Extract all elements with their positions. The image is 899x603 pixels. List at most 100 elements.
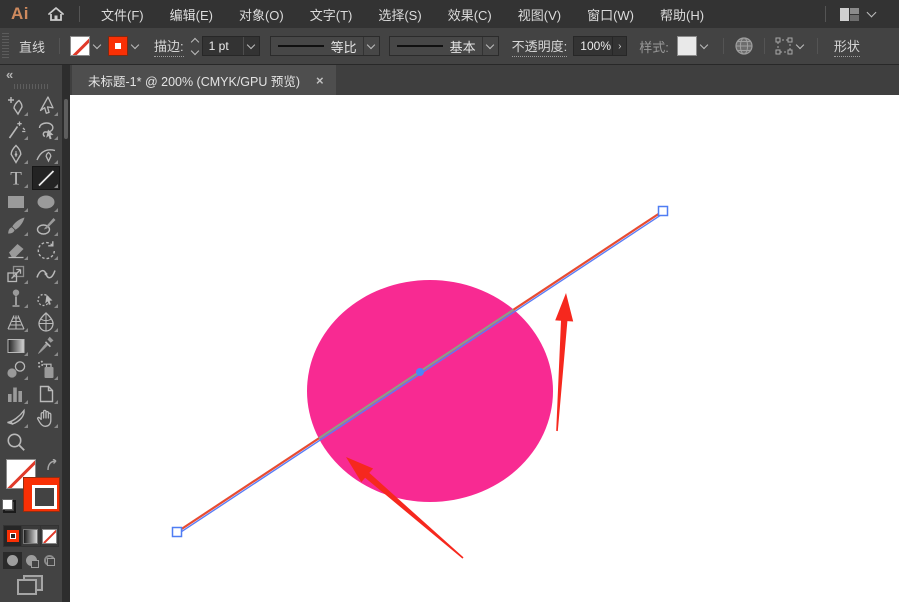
chevron-down-icon — [367, 40, 375, 48]
selection-anchor[interactable] — [659, 207, 668, 216]
control-bar: 直线 描边: 1 pt 等比 基本 不透明度: 100% › 样式: — [0, 28, 899, 65]
menu-item-view[interactable]: 视图(V) — [505, 0, 574, 28]
menu-item-select[interactable]: 选择(S) — [365, 0, 434, 28]
menu-item-help[interactable]: 帮助(H) — [647, 0, 717, 28]
line-midpoint-anchor[interactable] — [416, 368, 424, 376]
stroke-weight-field[interactable]: 1 pt — [202, 36, 260, 56]
symbol-sprayer-tool[interactable] — [33, 359, 59, 381]
style-picker[interactable] — [677, 34, 711, 58]
menu-item-file[interactable]: 文件(F) — [88, 0, 157, 28]
artboard-tool[interactable] — [33, 383, 59, 405]
default-fill-stroke-icon[interactable] — [2, 499, 16, 513]
home-icon[interactable] — [41, 0, 71, 28]
draw-normal-button[interactable] — [3, 552, 22, 569]
swap-fill-stroke-icon[interactable] — [46, 459, 59, 475]
opacity-field[interactable]: 100% — [573, 36, 613, 56]
color-type-buttons — [3, 525, 59, 547]
type-tool[interactable]: T — [3, 167, 29, 189]
draw-inside-button[interactable] — [40, 552, 59, 569]
none-button[interactable] — [41, 526, 58, 546]
divider — [723, 38, 724, 54]
blend-tool[interactable] — [3, 359, 29, 381]
lasso-tool[interactable] — [33, 119, 59, 141]
ellipse-tool[interactable] — [33, 191, 59, 213]
shape-builder-tool[interactable] — [33, 287, 59, 309]
menu-item-effect[interactable]: 效果(C) — [435, 0, 505, 28]
shaper-tool[interactable] — [33, 215, 59, 237]
shape-panel-link[interactable]: 形状 — [834, 36, 860, 57]
line-segment-tool[interactable] — [33, 167, 59, 189]
hand-tool[interactable] — [33, 407, 59, 429]
document-setup-globe-icon[interactable] — [734, 36, 754, 56]
active-tool-name: 直线 — [19, 37, 45, 56]
artwork[interactable] — [70, 95, 899, 603]
chevron-down-icon — [700, 40, 708, 48]
opacity-expand-button[interactable]: › — [612, 36, 627, 56]
slice-tool[interactable] — [3, 407, 29, 429]
chevron-down-icon — [486, 40, 494, 48]
document-tab[interactable]: 未标题-1* @ 200% (CMYK/GPU 预览) × — [72, 65, 336, 95]
close-tab-icon[interactable]: × — [316, 74, 324, 87]
menu-item-object[interactable]: 对象(O) — [226, 0, 297, 28]
divider — [817, 38, 818, 54]
opacity-value: 100% — [574, 39, 617, 53]
brush-definition-dropdown[interactable]: 基本 — [389, 36, 499, 56]
stroke-panel-link[interactable]: 描边: — [154, 36, 184, 57]
divider — [825, 6, 826, 22]
scale-tool[interactable] — [3, 263, 29, 285]
pink-circle[interactable] — [307, 280, 553, 502]
collapse-panel-icon[interactable]: « — [6, 67, 13, 82]
bounding-box-options[interactable] — [775, 37, 807, 55]
magic-wand-tool[interactable] — [3, 119, 29, 141]
chevron-down-icon — [796, 40, 804, 48]
rotate-tool[interactable] — [33, 239, 59, 261]
curvature-tool[interactable] — [33, 143, 59, 165]
drag-grip[interactable] — [2, 33, 9, 59]
selection-anchor[interactable] — [173, 528, 182, 537]
scrollbar-thumb[interactable] — [64, 99, 68, 139]
mesh-tool[interactable] — [33, 311, 59, 333]
variable-width-profile-dropdown[interactable]: 等比 — [270, 36, 380, 56]
add-anchor-pen-tool[interactable] — [3, 95, 29, 117]
gradient-tool[interactable] — [3, 335, 29, 357]
pen-tool[interactable] — [3, 143, 29, 165]
stroke-weight-stepper[interactable] — [192, 39, 198, 54]
column-graph-tool[interactable] — [3, 383, 29, 405]
gradient-button[interactable] — [22, 526, 40, 546]
puppet-warp-tool[interactable] — [3, 287, 29, 309]
workspace-switcher[interactable] — [834, 0, 885, 28]
document-tab-bar: 未标题-1* @ 200% (CMYK/GPU 预览) × — [70, 65, 899, 95]
color-button[interactable] — [4, 526, 22, 546]
divider — [764, 38, 765, 54]
red-annotation-arrow — [555, 293, 573, 431]
chevron-down-icon — [93, 40, 101, 48]
zoom-tool[interactable] — [3, 431, 29, 453]
style-label: 样式: — [639, 37, 669, 56]
panel-drag-grip[interactable] — [14, 84, 48, 89]
direct-selection-tool[interactable] — [33, 95, 59, 117]
perspective-grid-tool[interactable] — [3, 311, 29, 333]
stroke-color-picker[interactable] — [108, 34, 142, 58]
menu-item-type[interactable]: 文字(T) — [297, 0, 366, 28]
paintbrush-tool[interactable] — [3, 215, 29, 237]
menu-item-window[interactable]: 窗口(W) — [574, 0, 647, 28]
fill-stroke-cluster — [0, 459, 62, 517]
draw-mode-buttons — [3, 552, 59, 569]
change-screen-mode-icon[interactable] — [17, 575, 43, 595]
profile-name: 等比 — [331, 37, 357, 56]
rectangle-tool[interactable] — [3, 191, 29, 213]
draw-behind-button[interactable] — [22, 552, 41, 569]
divider — [79, 6, 80, 22]
artboard-canvas[interactable] — [70, 95, 899, 602]
tools-grid: T — [0, 95, 62, 453]
eraser-tool[interactable] — [3, 239, 29, 261]
brush-preview — [397, 45, 443, 47]
width-tool[interactable] — [33, 263, 59, 285]
opacity-panel-link[interactable]: 不透明度: — [512, 36, 568, 57]
menu-item-edit[interactable]: 编辑(E) — [157, 0, 226, 28]
chevron-up-icon — [190, 37, 198, 45]
fill-color-picker[interactable] — [70, 34, 104, 58]
eyedropper-tool[interactable] — [33, 335, 59, 357]
document-tab-title: 未标题-1* @ 200% (CMYK/GPU 预览) — [88, 71, 300, 90]
stroke-swatch-red[interactable] — [23, 477, 60, 512]
